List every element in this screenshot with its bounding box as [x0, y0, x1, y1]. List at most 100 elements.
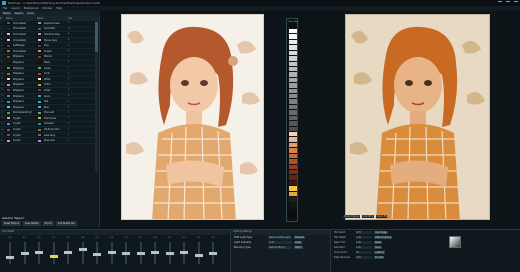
color-swatch-a[interactable]	[6, 32, 11, 37]
slider-knob[interactable]	[165, 251, 174, 255]
property-button[interactable]: Smooth	[374, 256, 385, 259]
mixer-slider[interactable]: 0.5	[136, 237, 145, 268]
mixer-slider[interactable]: 0.4	[6, 237, 14, 268]
color-swatch-b[interactable]	[37, 38, 42, 43]
blending-type-select[interactable]: Natural Mixing	[268, 246, 292, 249]
property-button[interactable]: Offset Lighting	[374, 236, 393, 239]
color-swatch-b[interactable]	[37, 49, 42, 54]
color-swatch-a[interactable]	[6, 71, 11, 76]
slider-knob[interactable]	[136, 251, 145, 255]
mixer-slider[interactable]: 0.4	[151, 237, 159, 268]
slider-knob[interactable]	[107, 250, 116, 254]
color-swatch-a[interactable]	[6, 38, 11, 43]
mixer-slider[interactable]: 0.2	[165, 237, 174, 268]
brightness-swatch[interactable]	[449, 236, 461, 248]
mixer-slider[interactable]: 0.5	[180, 237, 188, 268]
menu-help[interactable]: Help	[56, 7, 62, 10]
color-swatch-b[interactable]	[37, 138, 42, 143]
color-swatch-a[interactable]	[6, 99, 11, 104]
property-value[interactable]: 0.25	[356, 230, 372, 235]
color-swatch-b[interactable]	[37, 110, 42, 115]
color-swatch-b[interactable]	[37, 116, 42, 121]
mixer-slider[interactable]: 0.3	[49, 237, 58, 268]
mixer-slider[interactable]: 0.2	[20, 237, 29, 268]
property-button[interactable]: Lighting	[374, 251, 385, 254]
match-button[interactable]: Match	[294, 246, 303, 249]
color-swatch-a[interactable]	[6, 121, 11, 126]
menu-layout[interactable]: Layout	[11, 7, 20, 10]
palette-row[interactable]: 22 Cryptic Rose Lilac 2	[0, 138, 99, 145]
color-swatch-b[interactable]	[37, 71, 42, 76]
mixer-slider[interactable]: 0.5	[35, 237, 43, 268]
slider-knob[interactable]	[6, 256, 14, 260]
color-swatch-a[interactable]	[6, 127, 11, 132]
tab-colors[interactable]: Colors	[26, 12, 36, 15]
menu-preferences[interactable]: Preferences	[24, 7, 39, 10]
color-swatch-b[interactable]	[37, 32, 42, 37]
reset-mixture-button[interactable]: Reset Mixture	[2, 221, 22, 226]
slider-knob[interactable]	[35, 250, 43, 254]
color-swatch-b[interactable]	[37, 54, 42, 59]
slider-knob[interactable]	[194, 254, 203, 258]
color-swatch-a[interactable]	[6, 77, 11, 82]
slider-knob[interactable]	[20, 251, 29, 255]
color-map-cell[interactable]	[289, 213, 297, 219]
light-type-select[interactable]: Natural White Light	[268, 236, 292, 239]
mixer-slider[interactable]: 0.8	[78, 237, 87, 268]
color-swatch-b[interactable]	[37, 82, 42, 87]
color-map-strip[interactable]: Color Map	[286, 18, 298, 222]
tab-regions[interactable]: Regions	[13, 12, 25, 15]
color-swatch-b[interactable]	[37, 60, 42, 65]
color-swatch-b[interactable]	[37, 88, 42, 93]
mixer-slider[interactable]: 0.5	[107, 237, 116, 268]
color-swatch-a[interactable]	[6, 94, 11, 99]
source-canvas[interactable]	[121, 14, 264, 220]
slider-knob[interactable]	[122, 251, 130, 255]
slider-knob[interactable]	[209, 251, 217, 255]
light-intensity-field[interactable]: 1.00	[268, 241, 292, 244]
scroll-thumb[interactable]	[95, 22, 98, 52]
property-value[interactable]: 1.00	[356, 245, 372, 250]
color-swatch-a[interactable]	[6, 66, 11, 71]
color-swatch-a[interactable]	[6, 21, 11, 26]
color-swatch-a[interactable]	[6, 105, 11, 110]
color-swatch-b[interactable]	[37, 77, 42, 82]
mixer-slider[interactable]: 0.5	[209, 237, 217, 268]
color-swatch-a[interactable]	[6, 43, 11, 48]
export-button[interactable]: Export	[42, 221, 54, 226]
slider-track[interactable]	[81, 242, 84, 264]
slider-track[interactable]	[52, 242, 55, 264]
color-swatch-b[interactable]	[37, 121, 42, 126]
maximize-icon[interactable]	[506, 1, 510, 4]
property-button[interactable]: Reset	[374, 241, 383, 244]
mixer-slider[interactable]: 0.5	[93, 237, 101, 268]
color-swatch-a[interactable]	[6, 26, 11, 31]
property-value[interactable]: 1.00	[356, 235, 372, 240]
zoom-fit-button[interactable]: Zoom Fit	[375, 215, 388, 218]
color-swatch-a[interactable]	[6, 133, 11, 138]
color-swatch-b[interactable]	[37, 127, 42, 132]
slider-knob[interactable]	[64, 250, 72, 254]
color-swatch-a[interactable]	[6, 138, 11, 143]
close-icon[interactable]	[514, 1, 518, 4]
mixer-slider[interactable]: 0.5	[194, 237, 203, 268]
color-swatch-b[interactable]	[37, 21, 42, 26]
slider-knob[interactable]	[78, 247, 87, 251]
minimize-icon[interactable]	[498, 1, 502, 4]
color-swatch-b[interactable]	[37, 94, 42, 99]
property-value[interactable]: 0.00	[356, 240, 372, 245]
preview-canvas[interactable]	[345, 14, 490, 220]
color-swatch-a[interactable]	[6, 110, 11, 115]
palette-scrollbar[interactable]	[95, 22, 98, 172]
preset-button[interactable]: Preset B	[294, 236, 306, 239]
color-swatch-a[interactable]	[6, 60, 11, 65]
zoom-level[interactable]: 100.00%	[362, 215, 374, 218]
color-swatch-b[interactable]	[37, 133, 42, 138]
color-swatch-b[interactable]	[37, 43, 42, 48]
menu-window[interactable]: Window	[42, 7, 52, 10]
property-value[interactable]: 30	[356, 250, 372, 255]
slider-knob[interactable]	[151, 250, 159, 254]
apply-button[interactable]: Apply	[294, 241, 303, 244]
slider-knob[interactable]	[180, 250, 188, 254]
property-value[interactable]: 0.00	[356, 255, 372, 260]
